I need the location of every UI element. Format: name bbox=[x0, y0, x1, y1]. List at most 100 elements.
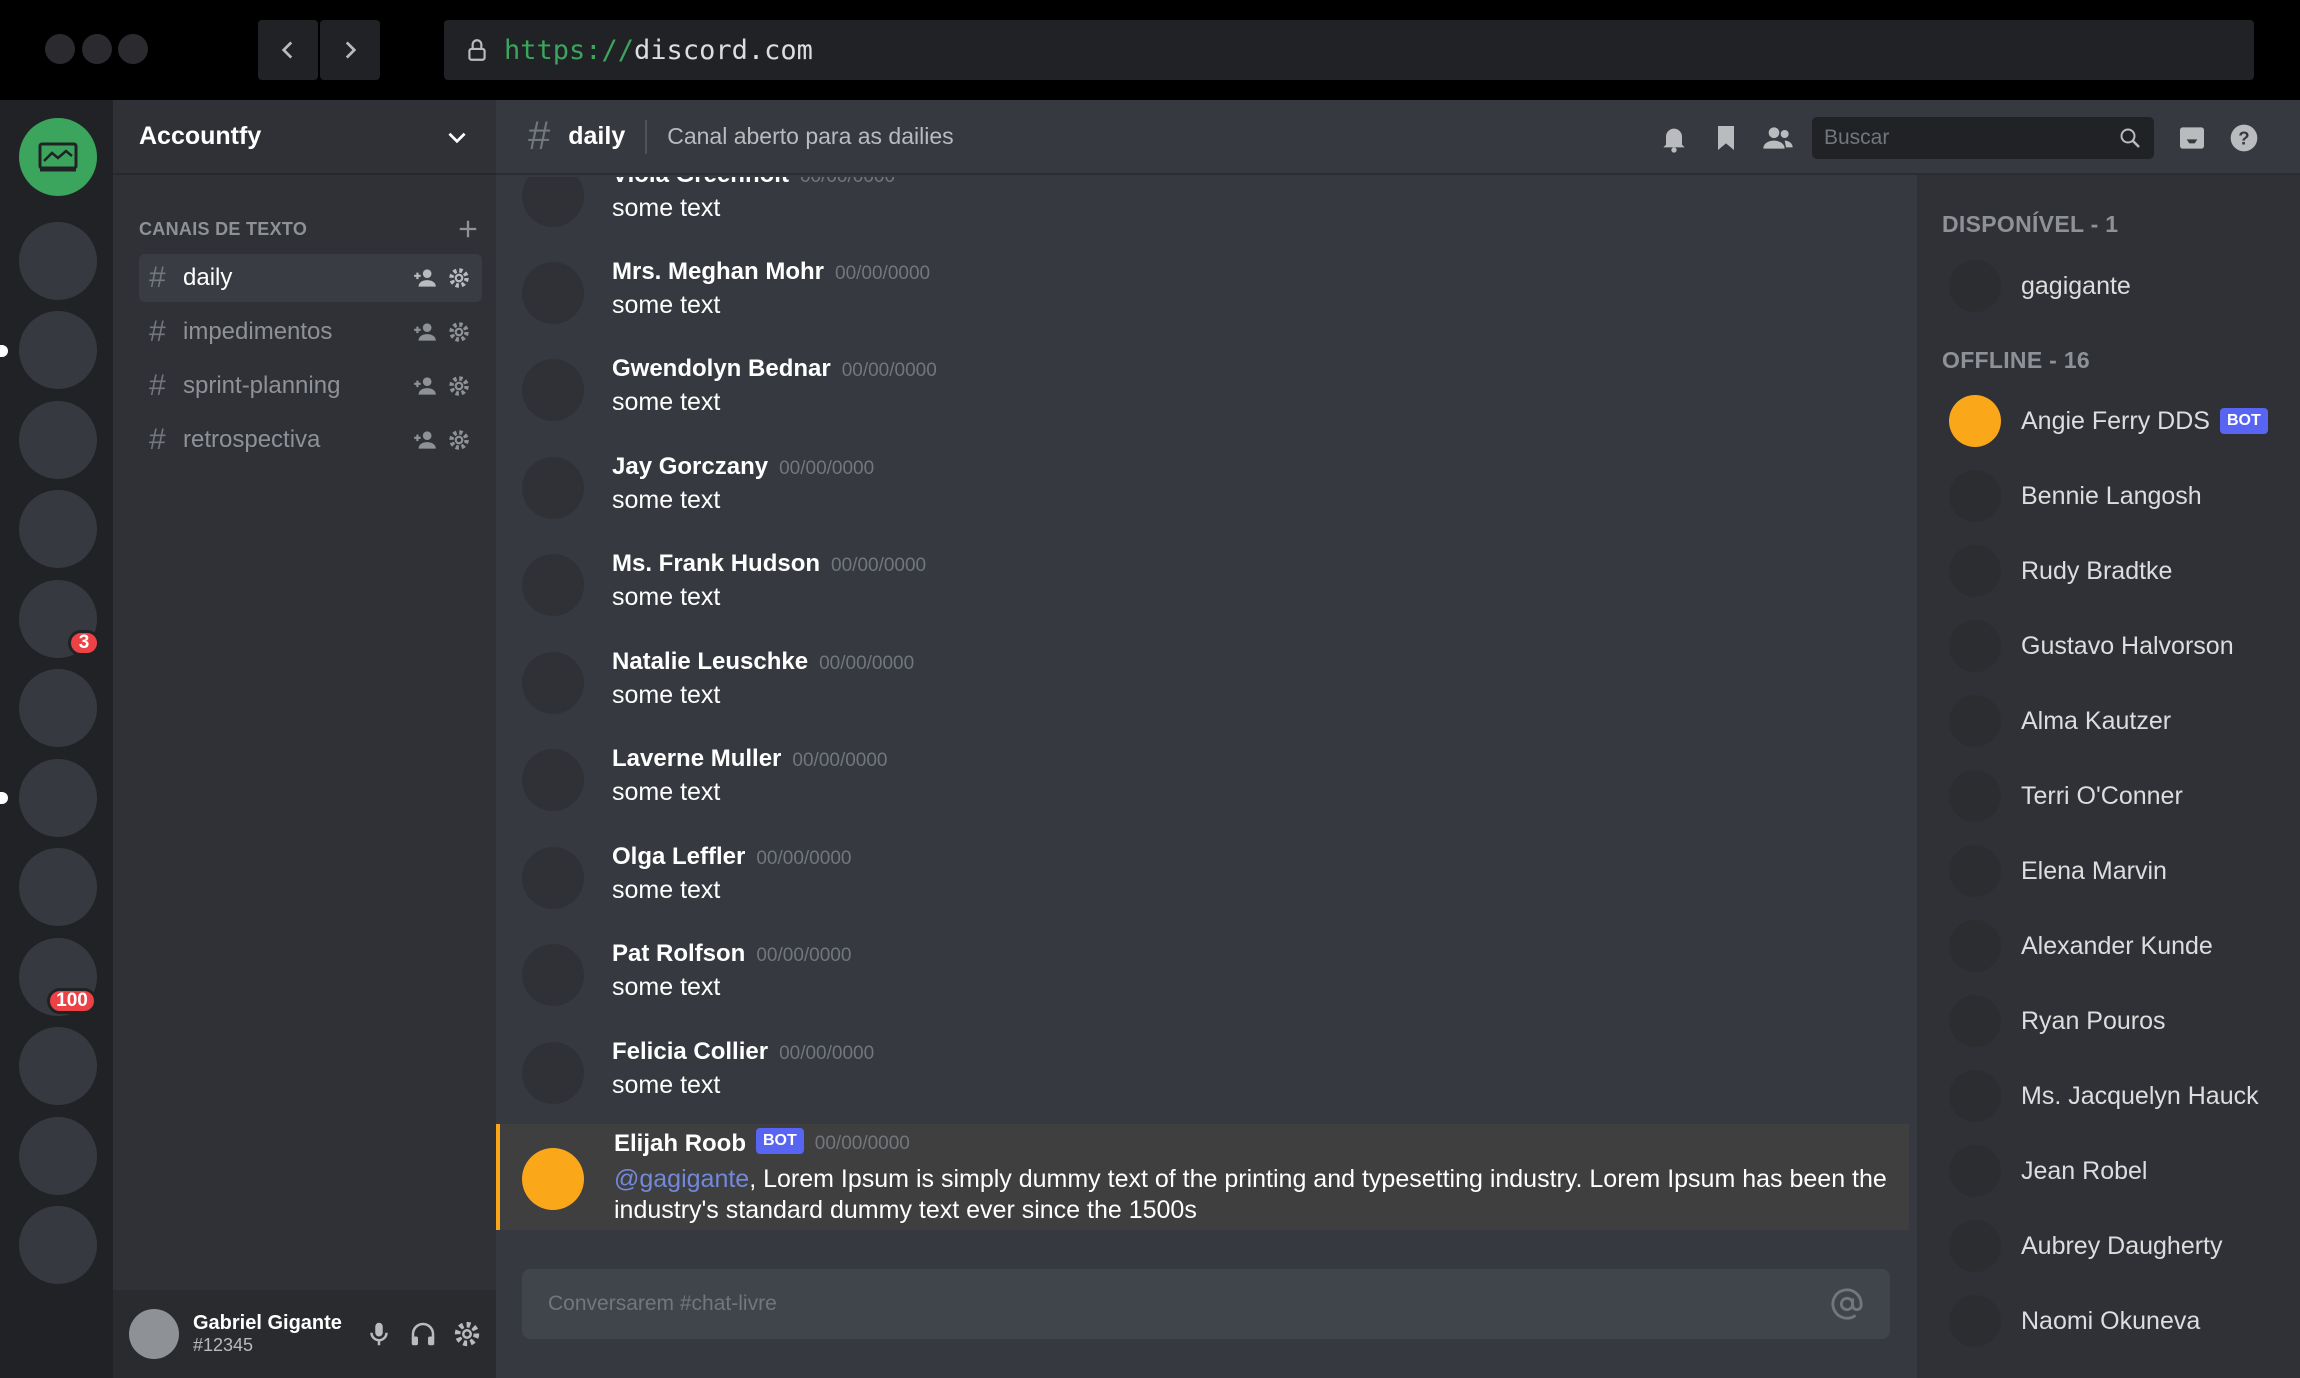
server-icon[interactable] bbox=[19, 1206, 97, 1284]
mention-message[interactable]: Elijah Roob BOT 00/00/0000 @gagigante, L… bbox=[496, 1124, 1909, 1230]
message-author[interactable]: Elijah Roob bbox=[614, 1130, 746, 1158]
member-item[interactable]: Angie Ferry DDS BOT bbox=[1949, 393, 2268, 449]
window-minimize-dot[interactable] bbox=[82, 34, 112, 64]
message-list: Viola Greenholt 00/00/0000 some text Mrs.… bbox=[496, 177, 1916, 1217]
message[interactable]: Felicia Collier 00/00/0000 some text bbox=[522, 1038, 1902, 1128]
member-item[interactable]: Aubrey Daugherty bbox=[1949, 1218, 2223, 1274]
add-channel-icon[interactable] bbox=[457, 218, 479, 240]
avatar[interactable] bbox=[522, 554, 584, 616]
user-panel: Gabriel Gigante #12345 bbox=[113, 1290, 496, 1378]
message[interactable]: Mrs. Meghan Mohr 00/00/0000 some text bbox=[522, 258, 1902, 348]
member-item[interactable]: Elena Marvin bbox=[1949, 843, 2167, 899]
member-item[interactable]: Terri O'Conner bbox=[1949, 768, 2183, 824]
members-icon[interactable] bbox=[1762, 122, 1794, 154]
search-input[interactable]: Buscar bbox=[1812, 116, 2154, 159]
avatar[interactable] bbox=[522, 944, 584, 1006]
member-item[interactable]: Ryan Pouros bbox=[1949, 993, 2166, 1049]
message-input[interactable]: Conversarem #chat-livre bbox=[522, 1269, 1890, 1339]
message-author[interactable]: Gwendolyn Bednar bbox=[612, 355, 831, 383]
server-icon[interactable] bbox=[19, 759, 97, 837]
message[interactable]: Viola Greenholt 00/00/0000 some text bbox=[522, 177, 1902, 251]
avatar[interactable] bbox=[522, 457, 584, 519]
user-info[interactable]: Gabriel Gigante #12345 bbox=[193, 1312, 342, 1356]
at-sign-icon[interactable] bbox=[1830, 1287, 1864, 1321]
home-button[interactable] bbox=[19, 118, 97, 196]
inbox-icon[interactable] bbox=[2176, 122, 2208, 154]
microphone-icon[interactable] bbox=[364, 1319, 394, 1349]
server-icon[interactable] bbox=[19, 490, 97, 568]
avatar[interactable] bbox=[522, 652, 584, 714]
member-item[interactable]: gagigante bbox=[1949, 258, 2131, 314]
gear-icon[interactable] bbox=[446, 265, 472, 291]
channel-item-retrospectiva[interactable]: # retrospectiva bbox=[139, 416, 482, 464]
address-bar[interactable]: https://discord.com bbox=[444, 20, 2254, 80]
member-item[interactable]: Ms. Jacquelyn Hauck bbox=[1949, 1068, 2259, 1124]
server-icon[interactable] bbox=[19, 848, 97, 926]
message-date: 00/00/0000 bbox=[841, 360, 937, 381]
avatar[interactable] bbox=[522, 1042, 584, 1104]
message[interactable]: Jay Gorczany 00/00/0000 some text bbox=[522, 453, 1902, 543]
member-item[interactable]: Alexander Kunde bbox=[1949, 918, 2213, 974]
channel-item-sprint-planning[interactable]: # sprint-planning bbox=[139, 362, 482, 410]
add-member-icon[interactable] bbox=[412, 427, 438, 453]
member-item[interactable]: Bennie Langosh bbox=[1949, 468, 2202, 524]
message-author[interactable]: Felicia Collier bbox=[612, 1038, 768, 1066]
message[interactable]: Olga Leffler 00/00/0000 some text bbox=[522, 843, 1902, 933]
avatar[interactable] bbox=[129, 1309, 179, 1359]
server-icon[interactable] bbox=[19, 401, 97, 479]
message[interactable]: Laverne Muller 00/00/0000 some text bbox=[522, 745, 1902, 835]
server-icon[interactable] bbox=[19, 1117, 97, 1195]
avatar[interactable] bbox=[522, 1148, 584, 1210]
window-maximize-dot[interactable] bbox=[118, 34, 148, 64]
bell-icon[interactable] bbox=[1658, 122, 1690, 154]
channel-item-daily[interactable]: # daily bbox=[139, 254, 482, 302]
message-author[interactable]: Jay Gorczany bbox=[612, 453, 768, 481]
channel-item-impedimentos[interactable]: # impedimentos bbox=[139, 308, 482, 356]
help-icon[interactable]: ? bbox=[2228, 122, 2260, 154]
avatar bbox=[1949, 995, 2001, 1047]
message-date: 00/00/0000 bbox=[756, 945, 852, 966]
guild-header[interactable]: Accountfy bbox=[113, 100, 496, 175]
user-mention[interactable]: @gagigante bbox=[614, 1165, 749, 1193]
server-icon[interactable] bbox=[19, 222, 97, 300]
server-icon[interactable] bbox=[19, 311, 97, 389]
message-author[interactable]: Mrs. Meghan Mohr bbox=[612, 258, 824, 286]
message[interactable]: Pat Rolfson 00/00/0000 some text bbox=[522, 940, 1902, 1030]
gear-icon[interactable] bbox=[446, 427, 472, 453]
message-author[interactable]: Pat Rolfson bbox=[612, 940, 745, 968]
member-item[interactable]: Naomi Okuneva bbox=[1949, 1293, 2200, 1349]
avatar[interactable] bbox=[522, 359, 584, 421]
forward-button[interactable] bbox=[320, 20, 380, 80]
member-name: Ms. Jacquelyn Hauck bbox=[2021, 1081, 2259, 1110]
avatar[interactable] bbox=[522, 847, 584, 909]
add-member-icon[interactable] bbox=[412, 265, 438, 291]
message-author[interactable]: Olga Leffler bbox=[612, 843, 745, 871]
message-author[interactable]: Ms. Frank Hudson bbox=[612, 550, 820, 578]
add-member-icon[interactable] bbox=[412, 373, 438, 399]
server-icon[interactable] bbox=[19, 669, 97, 747]
member-name: Bennie Langosh bbox=[2021, 481, 2202, 510]
back-button[interactable] bbox=[258, 20, 318, 80]
message-author[interactable]: Viola Greenholt bbox=[612, 177, 789, 189]
server-icon[interactable] bbox=[19, 1027, 97, 1105]
avatar[interactable] bbox=[522, 262, 584, 324]
message-author[interactable]: Natalie Leuschke bbox=[612, 648, 808, 676]
gear-icon[interactable] bbox=[446, 319, 472, 345]
member-item[interactable]: Jean Robel bbox=[1949, 1143, 2147, 1199]
message[interactable]: Gwendolyn Bednar 00/00/0000 some text bbox=[522, 355, 1902, 445]
avatar[interactable] bbox=[522, 749, 584, 811]
avatar[interactable] bbox=[522, 177, 584, 227]
message-author[interactable]: Laverne Muller bbox=[612, 745, 781, 773]
member-item[interactable]: Alma Kautzer bbox=[1949, 693, 2171, 749]
gear-icon[interactable] bbox=[452, 1319, 482, 1349]
channel-category[interactable]: CANAIS DE TEXTO bbox=[139, 218, 479, 240]
message[interactable]: Natalie Leuschke 00/00/0000 some text bbox=[522, 648, 1902, 738]
pin-icon[interactable] bbox=[1710, 122, 1742, 154]
headphones-icon[interactable] bbox=[408, 1319, 438, 1349]
member-item[interactable]: Rudy Bradtke bbox=[1949, 543, 2172, 599]
message[interactable]: Ms. Frank Hudson 00/00/0000 some text bbox=[522, 550, 1902, 640]
member-item[interactable]: Gustavo Halvorson bbox=[1949, 618, 2234, 674]
gear-icon[interactable] bbox=[446, 373, 472, 399]
window-close-dot[interactable] bbox=[45, 34, 75, 64]
add-member-icon[interactable] bbox=[412, 319, 438, 345]
